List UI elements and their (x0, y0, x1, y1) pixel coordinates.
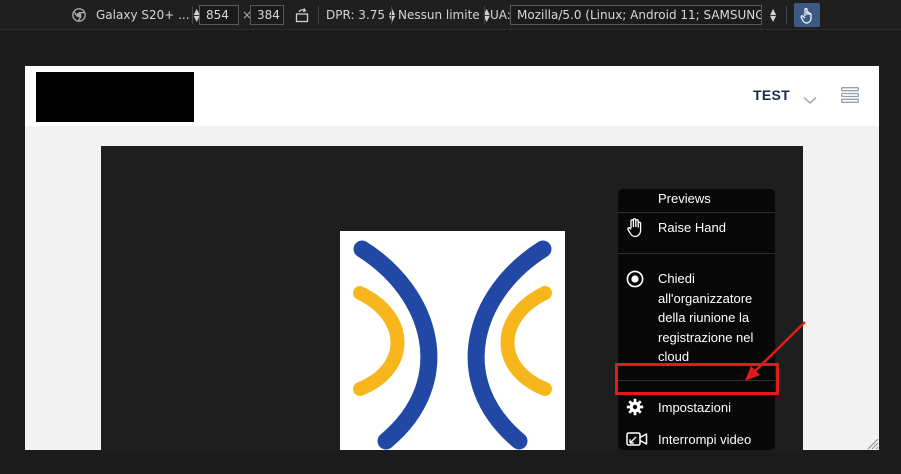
menu-item-request-cloud-recording[interactable]: Chiedi all'organizzatore della riunione … (618, 269, 775, 369)
redacted-logo (36, 72, 194, 122)
menu-item-label: Impostazioni (658, 400, 731, 415)
rotate-icon[interactable] (295, 0, 309, 30)
devtools-device-toolbar: Galaxy S20+ ... ▲ ▼ 854 × 384 DPR: 3.75 ▲… (0, 0, 901, 30)
toolbar-divider (192, 6, 193, 24)
hamburger-menu-icon[interactable] (841, 87, 859, 107)
throttle-select[interactable]: Nessun limite ▲ ▼ (398, 0, 490, 30)
conference-logo-icon (353, 240, 552, 450)
site-header: TEST (25, 66, 879, 126)
user-agent-input[interactable]: Mozilla/5.0 (Linux; Android 11; SAMSUNG … (510, 5, 762, 25)
menu-item-label: Raise Hand (658, 220, 726, 235)
device-select-label: Galaxy S20+ ... (96, 8, 190, 22)
menu-item-raise-hand[interactable]: Raise Hand (618, 218, 775, 248)
radio-record-icon (626, 270, 644, 291)
overflow-menu: Previews Raise Hand Chiedi all'organizza… (618, 189, 775, 450)
width-input[interactable]: 854 (199, 5, 239, 25)
menu-item-stop-video[interactable]: Interrompi video (618, 430, 775, 450)
gear-icon (626, 398, 644, 419)
updown-arrows-icon: ▲ ▼ (770, 7, 777, 23)
height-input[interactable]: 384 (250, 5, 284, 25)
toolbar-divider (786, 6, 787, 24)
menu-item-settings[interactable]: Impostazioni (618, 398, 775, 420)
toolbar-divider (484, 6, 485, 24)
menu-item-label: Interrompi video (658, 432, 752, 447)
chevron-down-icon[interactable] (803, 90, 817, 109)
resize-grip-icon[interactable] (865, 436, 879, 450)
menu-divider (618, 253, 775, 254)
touch-emulation-button[interactable] (794, 3, 820, 27)
ua-label: UA: (490, 8, 511, 22)
annotation-highlight-box (615, 363, 779, 395)
user-agent-value: Mozilla/5.0 (Linux; Android 11; SAMSUNG … (517, 8, 762, 22)
menu-item-label: Chiedi all'organizzatore della riunione … (658, 271, 754, 364)
pointer-hand-icon (800, 7, 812, 24)
updown-arrows-icon: ▲ ▼ (389, 7, 396, 23)
meeting-stage: Previews Raise Hand Chiedi all'organizza… (101, 146, 803, 450)
dpr-label: DPR: 3.75 (326, 8, 386, 22)
video-off-icon (626, 431, 648, 450)
chrome-icon (72, 0, 86, 30)
site-title[interactable]: TEST (753, 87, 790, 103)
menu-divider (618, 212, 775, 213)
dpr-select[interactable]: DPR: 3.75 ▲ ▼ (326, 0, 395, 30)
menu-item-label: Previews (658, 191, 711, 206)
hand-icon (626, 218, 644, 241)
throttle-label: Nessun limite (398, 8, 480, 22)
device-select[interactable]: Galaxy S20+ ... ▲ ▼ (96, 0, 200, 30)
toolbar-divider (391, 6, 392, 24)
ua-dropdown[interactable]: ▲ ▼ (766, 0, 776, 30)
menu-item-previews[interactable]: Previews (618, 189, 775, 211)
toolbar-divider (318, 6, 319, 24)
participant-tile (340, 231, 565, 450)
